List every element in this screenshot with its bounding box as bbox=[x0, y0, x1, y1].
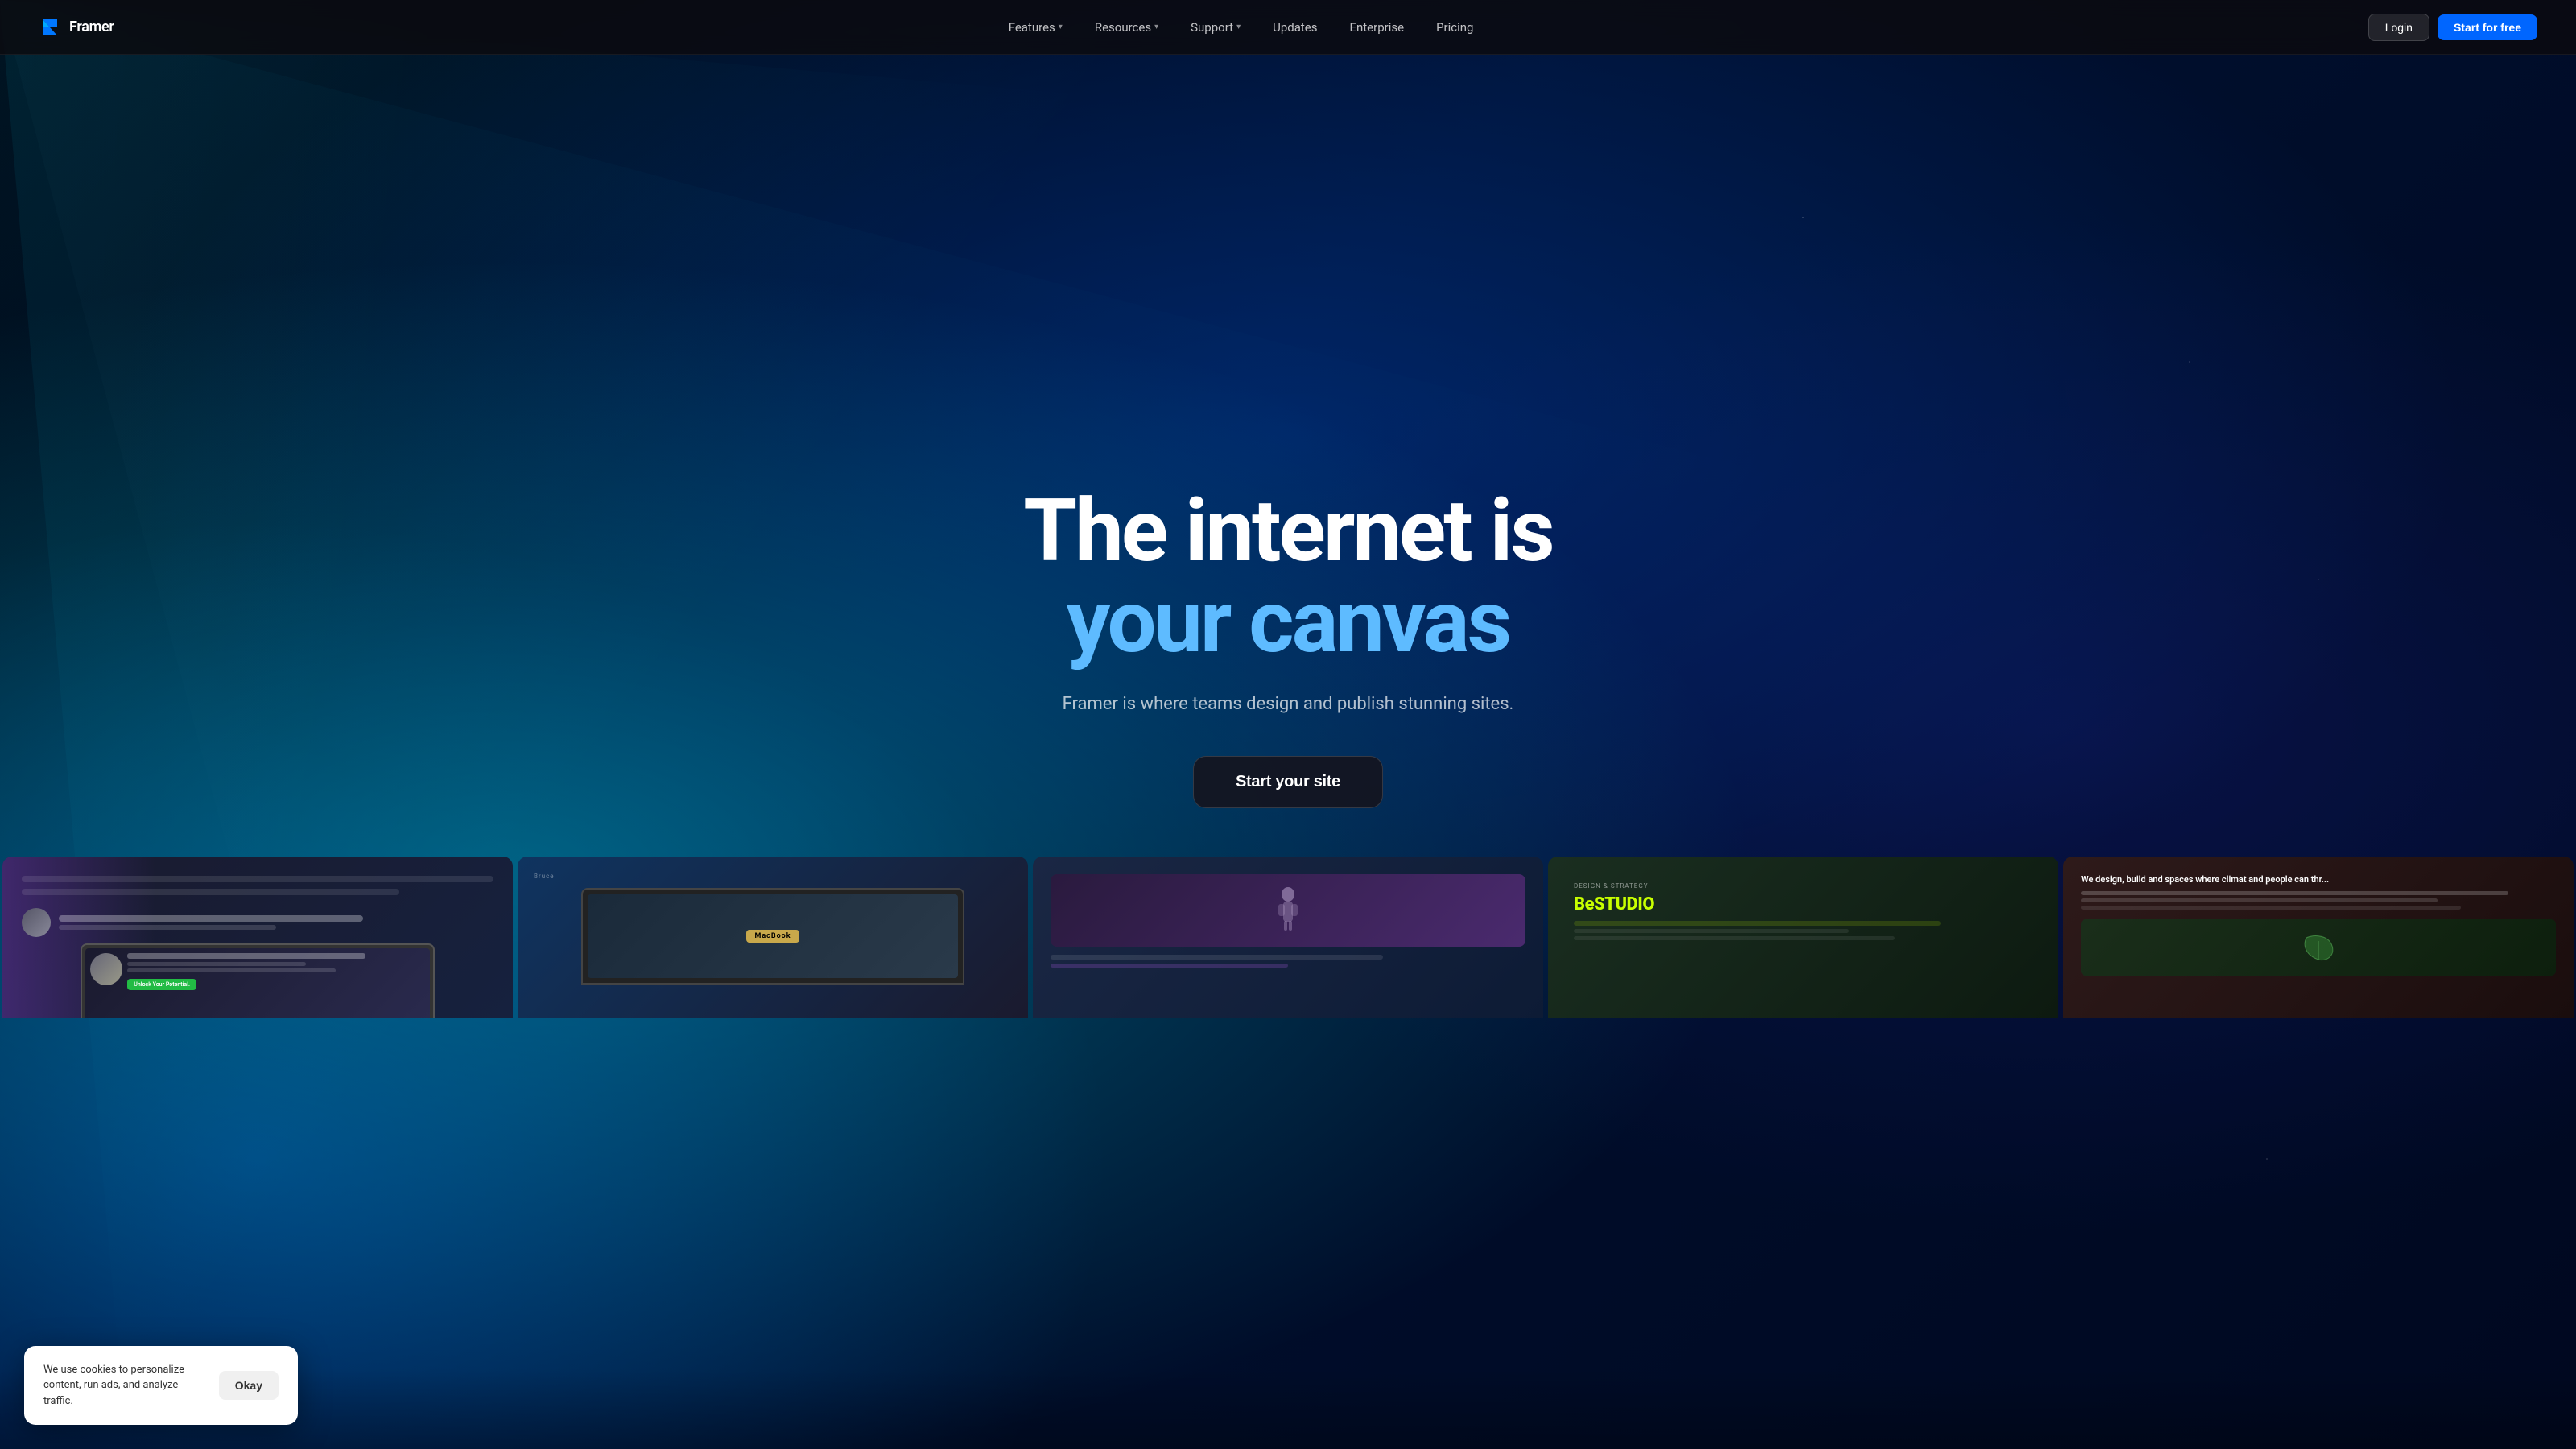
statue-icon bbox=[1272, 886, 1304, 935]
cookie-banner: We use cookies to personalize content, r… bbox=[24, 1346, 298, 1426]
nav-updates-label: Updates bbox=[1273, 20, 1317, 35]
statue-placeholder bbox=[1051, 874, 1525, 947]
navbar: Framer Features ▾ Resources ▾ Support ▾ … bbox=[0, 0, 2576, 55]
hero-title: The internet is your canvas bbox=[1023, 486, 1552, 669]
chevron-down-icon: ▾ bbox=[1154, 23, 1158, 31]
preview-card-5: We design, build and spaces where climat… bbox=[2063, 857, 2574, 1018]
laptop-mockup: MacBook bbox=[581, 888, 964, 985]
nav-links: Features ▾ Resources ▾ Support ▾ Updates… bbox=[996, 14, 1487, 41]
nav-features[interactable]: Features ▾ bbox=[996, 14, 1075, 41]
preview-card-2: Bruce MacBook bbox=[518, 857, 1028, 1018]
preview-card-1: Unlock Your Potential. bbox=[2, 857, 513, 1018]
laptop-screen: MacBook bbox=[588, 894, 957, 978]
preview-card-3-inner bbox=[1033, 857, 1543, 1018]
hero-subtitle: Framer is where teams design and publish… bbox=[1023, 691, 1552, 717]
climate-title: We design, build and spaces where climat… bbox=[2081, 874, 2556, 885]
hero-title-line2: your canvas bbox=[1023, 577, 1552, 668]
preview-card-1-inner: Unlock Your Potential. bbox=[2, 857, 513, 1018]
chevron-down-icon: ▾ bbox=[1059, 23, 1063, 31]
navbar-actions: Login Start for free bbox=[2368, 14, 2537, 41]
preview-card-2-inner: Bruce MacBook bbox=[518, 857, 1028, 1018]
preview-strip: Unlock Your Potential. Bruce Ma bbox=[0, 857, 2576, 1018]
start-your-site-button[interactable]: Start your site bbox=[1193, 756, 1383, 808]
nav-resources-label: Resources bbox=[1095, 20, 1151, 35]
framer-logo-icon bbox=[39, 16, 61, 39]
nav-updates[interactable]: Updates bbox=[1260, 14, 1330, 41]
nav-pricing[interactable]: Pricing bbox=[1423, 14, 1486, 41]
bestudio-content: Design & Strategy BeSTUDIO bbox=[1558, 866, 2049, 956]
nav-enterprise[interactable]: Enterprise bbox=[1336, 14, 1417, 41]
nav-features-label: Features bbox=[1009, 20, 1055, 35]
tablet-mockup: Unlock Your Potential. bbox=[80, 943, 435, 1018]
nav-enterprise-label: Enterprise bbox=[1349, 20, 1404, 35]
hero-title-line1: The internet is bbox=[1023, 486, 1552, 577]
chevron-down-icon: ▾ bbox=[1236, 23, 1241, 31]
leaf-icon bbox=[2298, 931, 2339, 964]
bestudio-name: BeSTUDIO bbox=[1574, 894, 2033, 914]
macbook-label: MacBook bbox=[746, 930, 799, 943]
bruce-label: Bruce bbox=[534, 873, 1012, 880]
nav-resources[interactable]: Resources ▾ bbox=[1082, 14, 1171, 41]
login-button[interactable]: Login bbox=[2368, 14, 2429, 41]
preview-card-4-inner: Design & Strategy BeSTUDIO bbox=[1548, 857, 2058, 1018]
nav-support[interactable]: Support ▾ bbox=[1178, 14, 1253, 41]
nav-support-label: Support bbox=[1191, 20, 1233, 35]
hero-content: The internet is your canvas Framer is wh… bbox=[1004, 486, 1571, 809]
hero-section: The internet is your canvas Framer is wh… bbox=[0, 0, 2576, 1449]
nav-pricing-label: Pricing bbox=[1436, 20, 1473, 35]
preview-card-4: Design & Strategy BeSTUDIO bbox=[1548, 857, 2058, 1018]
bestudio-tag: Design & Strategy bbox=[1574, 882, 2033, 890]
brand-name: Framer bbox=[69, 19, 114, 35]
start-for-free-button[interactable]: Start for free bbox=[2438, 14, 2537, 40]
cookie-okay-button[interactable]: Okay bbox=[219, 1371, 279, 1400]
preview-card-3 bbox=[1033, 857, 1543, 1018]
preview-card-5-inner: We design, build and spaces where climat… bbox=[2063, 857, 2574, 1018]
navbar-logo-group: Framer bbox=[39, 16, 114, 39]
cookie-message: We use cookies to personalize content, r… bbox=[43, 1362, 203, 1410]
